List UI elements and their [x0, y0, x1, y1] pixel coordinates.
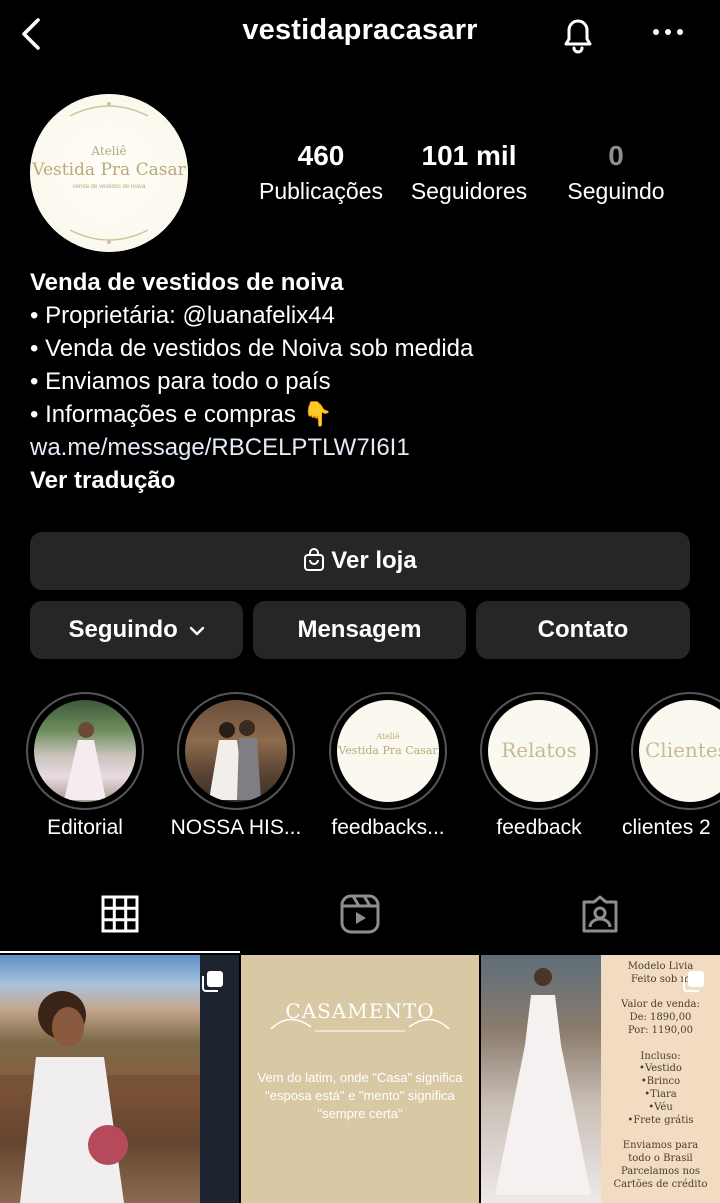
price-line: •Véu [648, 1101, 673, 1113]
more-options-icon[interactable] [646, 22, 690, 42]
see-translation-link[interactable]: Ver tradução [30, 464, 700, 497]
avatar-line-small: Ateliê [91, 144, 127, 158]
highlight-thumb-brand: Vestida Pra Casar [338, 744, 438, 757]
bio-name: Venda de vestidos de noiva [30, 269, 344, 296]
message-label: Mensagem [297, 616, 422, 643]
price-line [601, 1127, 720, 1140]
chevron-down-icon [189, 626, 204, 636]
profile-avatar[interactable]: Ateliê Vestida Pra Casar venda de vestid… [30, 94, 188, 252]
highlight-thumb-text: Clientes [645, 738, 720, 762]
stat-following-label: Seguindo [567, 178, 665, 204]
price-line [601, 1038, 720, 1051]
highlight-editorial[interactable] [26, 692, 144, 810]
price-line: Parcelamos nos [620, 1165, 701, 1177]
bride-dress-icon [495, 968, 591, 1195]
tagged-icon[interactable] [580, 894, 620, 934]
bio-link[interactable]: wa.me/message/RBCELPTLW7I6I1 [30, 431, 700, 464]
highlight-label: clientes 2 [622, 816, 711, 839]
highlight-thumb-small: Ateliê [376, 732, 400, 741]
following-label: Seguindo [68, 616, 178, 643]
post-thumbnail[interactable]: CASAMENTO Vem do latim, onde "Casa" sign… [241, 955, 479, 1203]
profile-bio: Venda de vestidos de noiva • Proprietári… [30, 266, 700, 497]
price-line: •Brinco [640, 1076, 681, 1088]
highlight-label: feedbacks... [331, 816, 445, 839]
stat-posts-value: 460 [297, 140, 345, 171]
grid-icon[interactable] [101, 895, 139, 933]
active-tab-indicator [0, 951, 240, 953]
highlight-thumb-text: Relatos [501, 738, 577, 762]
stat-posts[interactable]: 460 Publicações [246, 140, 396, 208]
highlight-thumbnail [34, 700, 136, 802]
highlight-thumbnail: Clientes [639, 700, 720, 802]
bio-line: • Informações e compras 👇 [30, 401, 333, 428]
post-thumbnail[interactable] [0, 955, 239, 1203]
multiple-posts-icon [683, 971, 704, 992]
bio-line: • Proprietária: @luanafelix44 [30, 302, 335, 329]
price-line: •Vestido [639, 1063, 682, 1075]
contact-button[interactable]: Contato [476, 601, 690, 659]
highlight-label: Editorial [47, 816, 123, 839]
highlight-feedback[interactable]: Relatos [480, 692, 598, 810]
avatar-line-tagline: venda de vestidos de noiva [72, 184, 146, 190]
price-line: Por: 1190,00 [627, 1024, 694, 1036]
avatar-line-brand: Vestida Pra Casar [32, 160, 186, 180]
stat-following-value: 0 [608, 140, 624, 171]
highlight-feedbacks[interactable]: Ateliê Vestida Pra Casar [329, 692, 447, 810]
bride-photo-icon [64, 722, 106, 800]
view-shop-button[interactable]: Ver loja [30, 532, 690, 590]
price-line: Cartões de crédito [613, 1178, 708, 1190]
post-thumbnail[interactable]: Modelo Livia Feito sob m Valor de venda: D… [481, 955, 720, 1203]
highlight-thumbnail [185, 700, 287, 802]
highlight-label: NOSSA HIS... [170, 816, 302, 839]
message-button[interactable]: Mensagem [253, 601, 466, 659]
highlight-thumbnail: Relatos [488, 700, 590, 802]
highlight-thumbnail: Ateliê Vestida Pra Casar [337, 700, 439, 802]
highlight-nossa-historia[interactable] [177, 692, 295, 810]
view-shop-label: Ver loja [331, 547, 417, 574]
stat-followers[interactable]: 101 mil Seguidores [396, 140, 542, 208]
price-line: Incluso: [640, 1050, 681, 1062]
price-line: Enviamos para [622, 1140, 699, 1152]
bio-line: • Venda de vestidos de Noiva sob medida [30, 335, 474, 362]
highlight-clientes[interactable]: Clientes [631, 692, 720, 810]
price-line: Valor de venda: [621, 999, 700, 1011]
couple-photo-icon [209, 720, 261, 800]
bell-icon[interactable] [556, 12, 600, 56]
post-text: Vem do latim, onde "Casa" significa "esp… [257, 1070, 463, 1121]
stat-following[interactable]: 0 Seguindo [546, 140, 686, 208]
dress-photo [481, 955, 601, 1203]
stat-followers-label: Seguidores [410, 178, 528, 204]
price-line: •Frete grátis [627, 1114, 694, 1126]
reels-icon[interactable] [339, 893, 381, 935]
price-line: De: 1890,00 [629, 1012, 692, 1024]
highlight-label: feedback [496, 816, 582, 839]
post-title: CASAMENTO [285, 999, 435, 1023]
contact-label: Contato [537, 616, 629, 643]
shopping-bag-icon [304, 548, 325, 571]
multiple-posts-icon [202, 971, 223, 992]
price-line: todo o Brasil [628, 1152, 693, 1164]
following-button[interactable]: Seguindo [30, 601, 243, 659]
profile-username: vestidapracasarr [242, 14, 478, 46]
stat-posts-label: Publicações [258, 178, 384, 204]
bio-line: • Enviamos para todo o país [30, 368, 331, 395]
price-line: •Tiara [644, 1088, 677, 1100]
stat-followers-value: 101 mil [421, 140, 517, 171]
